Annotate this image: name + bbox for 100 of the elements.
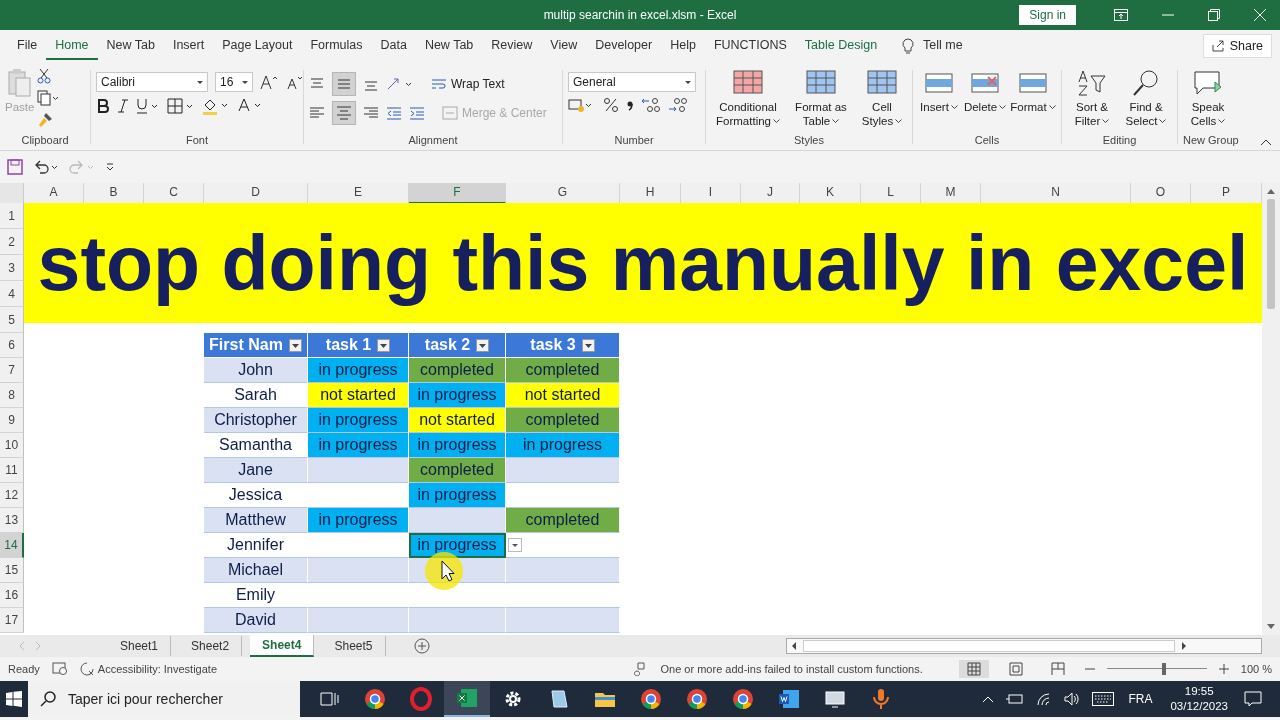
column-header[interactable]: M bbox=[921, 183, 981, 204]
column-header[interactable]: H bbox=[620, 183, 681, 204]
row-header[interactable]: 4 bbox=[0, 281, 24, 307]
ribbon-button[interactable]: Format bbox=[1010, 66, 1056, 114]
ribbon-tab[interactable]: View bbox=[541, 32, 587, 60]
font-size-field[interactable]: 16 bbox=[215, 72, 253, 92]
column-header[interactable]: A bbox=[24, 183, 84, 204]
center-icon[interactable] bbox=[332, 101, 356, 125]
row-header[interactable]: 17 bbox=[0, 608, 24, 633]
add-sheet-icon[interactable] bbox=[413, 638, 430, 654]
volume-icon[interactable] bbox=[1064, 692, 1081, 706]
macro-recording-icon[interactable] bbox=[51, 662, 68, 676]
save-icon[interactable] bbox=[7, 159, 23, 175]
clock-date[interactable]: 03/12/2023 bbox=[1170, 699, 1228, 714]
language-indicator[interactable]: FRA bbox=[1128, 692, 1153, 706]
ribbon-tab[interactable]: Home bbox=[46, 32, 98, 60]
fill-color-icon[interactable] bbox=[202, 97, 230, 115]
column-header[interactable]: D bbox=[204, 183, 308, 204]
increase-decimal-icon[interactable] bbox=[641, 97, 661, 113]
filter-dropdown-icon[interactable] bbox=[476, 338, 490, 352]
collapse-ribbon-icon[interactable] bbox=[1260, 138, 1272, 146]
decrease-font-size-icon[interactable] bbox=[287, 74, 305, 90]
ribbon-tab[interactable]: New Tab bbox=[415, 32, 483, 60]
italic-icon[interactable] bbox=[117, 98, 129, 114]
increase-font-size-icon[interactable] bbox=[260, 74, 280, 90]
bold-icon[interactable] bbox=[96, 98, 110, 114]
row-header[interactable]: 12 bbox=[0, 483, 24, 508]
column-header[interactable]: K bbox=[800, 183, 861, 204]
scroll-down-icon[interactable] bbox=[1266, 623, 1276, 631]
column-header[interactable]: F bbox=[409, 183, 506, 204]
keyboard-icon[interactable] bbox=[1092, 692, 1115, 706]
row-header[interactable]: 6 bbox=[0, 333, 24, 358]
ribbon-button[interactable]: Delete bbox=[963, 66, 1007, 114]
ribbon-button[interactable]: Sort & Filter bbox=[1067, 66, 1117, 128]
accessibility-button[interactable]: Accessibility: Investigate bbox=[79, 662, 217, 676]
copy-icon[interactable] bbox=[37, 90, 60, 106]
zoom-in-icon[interactable] bbox=[1218, 664, 1229, 674]
battery-icon[interactable] bbox=[1006, 693, 1025, 705]
cut-icon[interactable] bbox=[37, 68, 52, 84]
zoom-slider-thumb[interactable] bbox=[1161, 663, 1166, 675]
normal-view-icon[interactable] bbox=[958, 660, 989, 678]
row-header[interactable]: 14 bbox=[0, 533, 24, 558]
row-header[interactable]: 11 bbox=[0, 458, 24, 483]
decrease-decimal-icon[interactable] bbox=[668, 97, 688, 113]
column-header[interactable]: C bbox=[144, 183, 204, 204]
align-left-icon[interactable] bbox=[309, 105, 325, 121]
ribbon-tab[interactable]: Developer bbox=[586, 32, 662, 60]
underline-icon[interactable] bbox=[136, 98, 160, 114]
ribbon-button[interactable]: Insert bbox=[918, 66, 960, 114]
clock-time[interactable]: 19:55 bbox=[1184, 684, 1214, 699]
undo-icon[interactable] bbox=[33, 159, 59, 175]
row-header[interactable]: 1 bbox=[0, 203, 24, 229]
ribbon-tab[interactable]: Page Layout bbox=[213, 32, 302, 60]
column-header[interactable]: O bbox=[1131, 183, 1191, 204]
sheet-tab[interactable]: Sheet2 bbox=[179, 636, 243, 656]
ribbon-button[interactable]: Speak Cells bbox=[1183, 66, 1233, 128]
row-header[interactable]: 13 bbox=[0, 508, 24, 533]
filter-dropdown-icon[interactable] bbox=[377, 338, 391, 352]
align-middle-icon[interactable] bbox=[332, 72, 356, 96]
column-header[interactable]: I bbox=[681, 183, 741, 204]
row-header[interactable]: 10 bbox=[0, 433, 24, 458]
tell-me-field[interactable]: Tell me bbox=[914, 32, 972, 60]
ribbon-tab[interactable]: Data bbox=[371, 32, 416, 60]
wrap-text-button[interactable]: Wrap Text bbox=[431, 77, 505, 91]
column-header[interactable]: G bbox=[506, 183, 620, 204]
font-name-field[interactable]: Calibri bbox=[96, 72, 208, 92]
column-header[interactable]: B bbox=[84, 183, 144, 204]
scrollbar-thumb[interactable] bbox=[803, 640, 1175, 652]
column-header[interactable]: E bbox=[308, 183, 409, 204]
scroll-up-icon[interactable] bbox=[1266, 187, 1276, 195]
format-painter-icon[interactable] bbox=[37, 112, 54, 128]
ribbon-tab[interactable]: Table Design bbox=[795, 32, 887, 60]
ribbon-button[interactable]: Cell Styles bbox=[857, 66, 907, 128]
ribbon-button[interactable]: Conditional Formatting bbox=[711, 66, 785, 128]
ribbon-tab[interactable]: New Tab bbox=[97, 32, 164, 60]
notifications-icon[interactable] bbox=[1244, 691, 1262, 707]
row-header[interactable]: 8 bbox=[0, 383, 24, 408]
ribbon-tab[interactable]: Insert bbox=[163, 32, 214, 60]
column-header[interactable]: J bbox=[741, 183, 800, 204]
row-header[interactable]: 5 bbox=[0, 307, 24, 333]
scroll-right-icon[interactable] bbox=[1179, 641, 1189, 651]
share-button[interactable]: Share bbox=[1202, 34, 1272, 58]
row-header[interactable]: 3 bbox=[0, 255, 24, 281]
add-ins-warning[interactable]: One or more add-ins failed to install custom functions. bbox=[660, 663, 923, 675]
ribbon-button[interactable]: Format as Table bbox=[788, 66, 854, 128]
customize-toolbar-icon[interactable] bbox=[105, 161, 115, 173]
row-header[interactable]: 7 bbox=[0, 358, 24, 383]
ribbon-tab[interactable]: Review bbox=[482, 32, 542, 60]
number-format-field[interactable]: General bbox=[568, 72, 696, 92]
zoom-level[interactable]: 100 % bbox=[1240, 663, 1272, 675]
ribbon-tab[interactable]: File bbox=[8, 32, 47, 60]
row-header[interactable]: 16 bbox=[0, 583, 24, 608]
filter-dropdown-icon[interactable] bbox=[581, 338, 595, 352]
sheet-tab[interactable]: Sheet5 bbox=[322, 636, 386, 656]
column-header[interactable]: L bbox=[861, 183, 921, 204]
ribbon-tab[interactable]: FUNCTIONS bbox=[704, 32, 796, 60]
show-hidden-icons-icon[interactable] bbox=[982, 695, 995, 703]
ribbon-tab[interactable]: Help bbox=[661, 32, 705, 60]
windows-start-icon[interactable] bbox=[6, 691, 22, 707]
align-right-icon[interactable] bbox=[363, 105, 379, 121]
